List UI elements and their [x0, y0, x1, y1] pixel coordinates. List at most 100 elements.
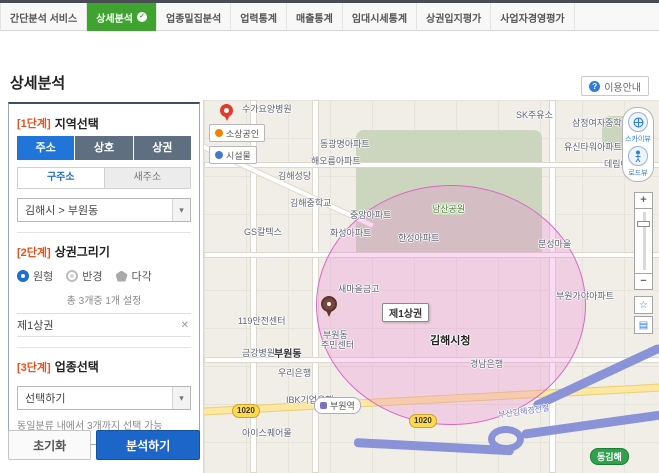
remove-area-button[interactable]: ✕ — [179, 320, 191, 331]
top-navigation: 간단분석 서비스 상세분석 ✓ 업종밀집분석 업력통계 매출통계 임대시세통계 … — [0, 0, 659, 31]
map-label: 김해성당 — [278, 169, 311, 182]
active-check-icon: ✓ — [137, 12, 147, 22]
category-select[interactable]: 선택하기 ▾ — [17, 386, 191, 410]
radio-polygon[interactable]: 다각 — [116, 268, 152, 284]
radio-radius[interactable]: 반경 — [66, 268, 102, 284]
map-label: 김해시청 — [430, 332, 470, 348]
map-label: 유신타워아파트 — [564, 140, 622, 153]
globe-icon — [633, 117, 644, 128]
step2-title: 상권그리기 — [55, 243, 110, 260]
radio-polygon-label: 다각 — [132, 268, 152, 284]
polygon-icon — [116, 271, 128, 282]
nav-item-owner-rating[interactable]: 사업자경영평가 — [491, 3, 574, 31]
step1-badge: [1단계] — [17, 115, 51, 131]
help-label: 이용안내 — [604, 79, 641, 94]
zoom-slider[interactable] — [634, 209, 653, 273]
tab-address[interactable]: 주소 — [17, 136, 75, 160]
area-item-label: 제1상권 — [17, 317, 53, 333]
map-label: 화성아파트 — [330, 226, 371, 239]
interchange-ring — [488, 426, 524, 452]
search-type-tabs: 주소 상호 상권 — [17, 136, 191, 160]
nav-item-business-age-stats[interactable]: 업력통계 — [231, 3, 287, 31]
area-marker-pin[interactable] — [321, 296, 337, 312]
small-business-layer-button[interactable]: 소상공인 — [209, 124, 265, 142]
measure-tool-button[interactable]: ▤ — [634, 316, 653, 334]
subtab-old-address[interactable]: 구주소 — [18, 168, 105, 188]
map-label: 새마을금고 — [338, 282, 379, 295]
radio-radius-label: 반경 — [82, 268, 102, 284]
map[interactable]: 수가요양병원SK주유소삼정여자중학교동광명아파트해오름아파트유신타워아파트데림아… — [203, 100, 659, 473]
nav-item-location-rating[interactable]: 상권입지평가 — [417, 3, 491, 31]
map-label: 금강병원 — [242, 346, 275, 359]
area-count-text: 총 3개중 1개 설정 — [17, 292, 191, 307]
roadview-label: 로드뷰 — [628, 168, 647, 178]
nav-item-simple-analysis[interactable]: 간단분석 서비스 — [0, 3, 87, 31]
map-view-panel: 스카이뷰 로드뷰 — [622, 107, 654, 182]
map-label: 부원가야아파트 — [556, 289, 614, 302]
analyze-button[interactable]: 분석하기 — [96, 430, 200, 460]
nav-item-detail-analysis[interactable]: 상세분석 ✓ — [87, 3, 157, 31]
radio-circle-label: 원형 — [33, 268, 53, 284]
chevron-down-icon: ▾ — [172, 387, 190, 409]
map-label: 한성아파트 — [398, 231, 439, 244]
chevron-down-icon: ▾ — [172, 199, 190, 221]
trade-area-tag[interactable]: 제1상권 — [382, 303, 429, 322]
map-label: SK주유소 — [516, 108, 553, 121]
nav-item-rent-stats[interactable]: 임대시세통계 — [343, 3, 417, 31]
radio-circle[interactable]: 원형 — [17, 268, 53, 284]
help-button[interactable]: ? 이용안내 — [581, 76, 649, 96]
favorite-tool-button[interactable]: ☆ — [634, 296, 653, 314]
facility-layer-button[interactable]: 시설물 — [209, 146, 257, 164]
nav-label: 사업자경영평가 — [500, 10, 564, 25]
step1-header: [1단계] 지역선택 — [17, 112, 191, 134]
reset-button[interactable]: 초기화 — [8, 430, 91, 460]
trade-area-circle — [316, 185, 586, 425]
zoom-in-button[interactable]: + — [634, 192, 653, 209]
road-number-badge: 1020 — [232, 404, 260, 418]
step1-title: 지역선택 — [55, 115, 99, 132]
map-label: 해오름아파트 — [311, 154, 361, 167]
tab-trade-area[interactable]: 상권 — [134, 136, 191, 160]
nav-label: 상세분석 — [96, 10, 133, 25]
step2-header: [2단계] 상권그리기 — [17, 232, 191, 262]
region-select[interactable]: 김해시 > 부원동 ▾ — [17, 198, 191, 222]
subtab-new-address[interactable]: 새주소 — [105, 168, 191, 188]
zoom-slider-handle[interactable] — [637, 221, 650, 227]
roadview-button[interactable] — [628, 146, 648, 166]
nav-label: 업종밀집분석 — [166, 10, 221, 25]
road-number-badge: 1020 — [409, 414, 437, 428]
step2-badge: [2단계] — [17, 244, 51, 260]
map-label: 부원동 — [274, 345, 302, 360]
layer-label: 소상공인 — [226, 127, 259, 140]
station-label: 부원역 — [330, 399, 355, 412]
interchange-badge: 동김해 — [590, 448, 629, 465]
step3-header: [3단계] 업종선택 — [17, 347, 191, 377]
map-label: 김해중학교 — [290, 196, 331, 209]
rail-icon — [320, 402, 327, 409]
map-label: 우리은행 — [278, 366, 311, 379]
app-window: 간단분석 서비스 상세분석 ✓ 업종밀집분석 업력통계 매출통계 임대시세통계 … — [0, 0, 659, 473]
nav-item-sales-stats[interactable]: 매출통계 — [287, 3, 343, 31]
step3-title: 업종선택 — [55, 358, 99, 375]
nav-label: 매출통계 — [296, 10, 333, 25]
map-label: 119안전센터 — [238, 314, 285, 327]
radio-unselected-icon — [66, 270, 78, 282]
layer-label: 시설물 — [226, 149, 251, 162]
zoom-out-button[interactable]: − — [634, 273, 653, 290]
nav-label: 간단분석 서비스 — [10, 10, 77, 25]
address-type-subtabs: 구주소 새주소 — [17, 167, 191, 189]
map-label: 동광명아파트 — [320, 137, 370, 150]
tab-store-name[interactable]: 상호 — [75, 136, 133, 160]
category-select-value: 선택하기 — [25, 390, 65, 406]
skyview-label: 스카이뷰 — [625, 134, 651, 144]
skyview-button[interactable] — [628, 112, 648, 132]
area-list-item: 제1상권 ✕ — [17, 313, 191, 337]
nav-label: 임대시세통계 — [352, 10, 407, 25]
nav-label: 업력통계 — [240, 10, 277, 25]
facility-icon — [215, 151, 223, 159]
road — [204, 162, 659, 168]
store-icon — [215, 129, 223, 137]
nav-item-density-analysis[interactable]: 업종밀집분석 — [157, 3, 231, 31]
map-label: 중앙아파트 — [350, 208, 391, 221]
map-label: 수가요양병원 — [242, 102, 292, 115]
